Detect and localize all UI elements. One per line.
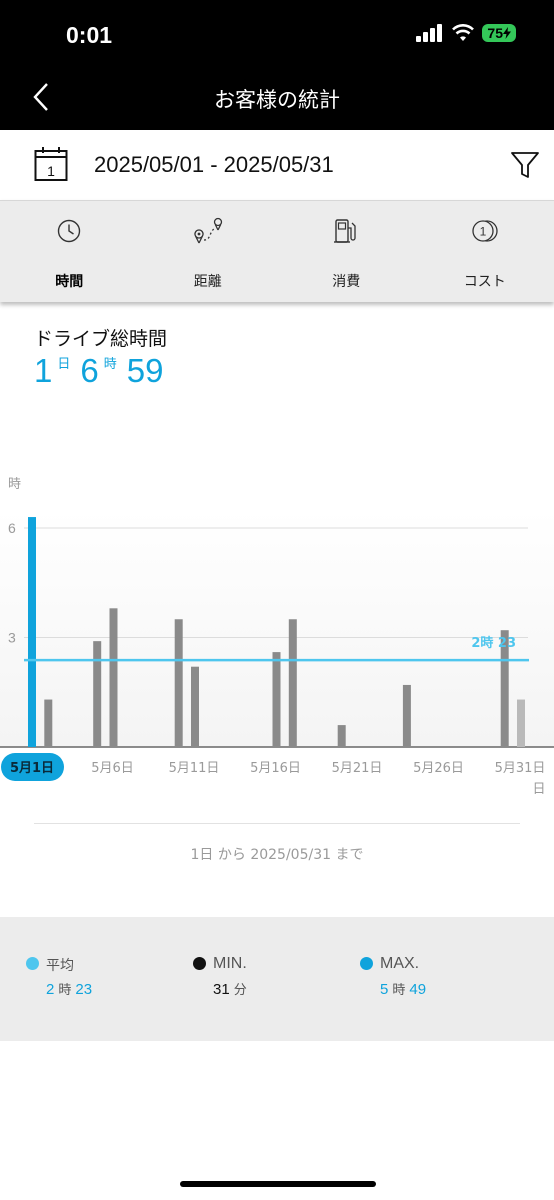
calendar-icon: 1 (34, 147, 68, 181)
chart-bar (272, 652, 281, 747)
hours-value: 6 (80, 352, 99, 389)
route-icon (194, 217, 222, 244)
chart-bar (402, 684, 411, 747)
x-tick-label: 5月21日 (332, 761, 383, 776)
date-range-text[interactable]: 2025/05/01 - 2025/05/31 (94, 152, 334, 178)
chart-bar (288, 619, 297, 747)
x-axis-unit-label: 日 (532, 782, 545, 797)
page-title: お客様の統計 (214, 88, 340, 112)
min-dot (193, 957, 206, 970)
x-tick-label: 5月26日 (413, 761, 464, 776)
battery-indicator: 75 (482, 24, 516, 42)
bar-chart: 時 3 6 2時 23 5月1日 5月6日 5月11日 5月16日 5月21日 5月26日 5月31… (0, 477, 554, 797)
average-hours: 2 (46, 981, 55, 998)
hours-unit: 時 (103, 356, 117, 371)
coin-icon: 1 (472, 220, 498, 242)
min-label: MIN. (213, 955, 247, 972)
wifi-icon (452, 24, 475, 41)
tab-label: 消費 (332, 274, 361, 290)
x-tick-label: 5月16日 (250, 761, 301, 776)
tab-cost[interactable]: 1 コスト (416, 201, 554, 302)
average-minutes: 23 (75, 981, 93, 998)
y-axis-unit-label: 時 (8, 477, 21, 492)
fuel-pump-icon (334, 219, 356, 243)
min-value: 31 分 (213, 979, 251, 998)
average-value: 2 時 23 (46, 979, 92, 998)
chart-bar (337, 725, 346, 747)
average-hours-unit: 時 (58, 982, 72, 997)
status-icons: 75 (416, 24, 516, 42)
date-range-caption: 1日 から 2025/05/31 まで (0, 844, 554, 864)
tab-label: 距離 (193, 274, 222, 290)
top-bar: 0:01 75 お客様の統計 (0, 0, 554, 130)
total-drive-time-title: ドライブ総時間 (34, 328, 168, 350)
minutes-value: 59 (126, 352, 164, 389)
chart-bar (191, 666, 199, 747)
max-hours-unit: 時 (392, 982, 406, 997)
clock-icon (58, 219, 81, 243)
tab-time[interactable]: 時間 (0, 201, 139, 302)
average-label: 平均 (46, 958, 74, 974)
max-value: 5 時 49 (380, 979, 426, 998)
min-minutes-unit: 分 (233, 982, 247, 997)
max-dot (360, 957, 373, 970)
total-drive-time-value: 1 日 6 時 59 (34, 352, 163, 390)
range-to-word: まで (335, 847, 364, 863)
tab-label: 時間 (55, 274, 84, 290)
x-tick-label: 5月6日 (91, 761, 134, 776)
max-hours: 5 (380, 981, 389, 998)
y-tick-label: 6 (8, 520, 16, 536)
y-tick-label: 3 (8, 630, 16, 646)
range-from: 1日 (190, 847, 214, 863)
tab-distance[interactable]: 距離 (139, 201, 278, 302)
days-unit: 日 (57, 356, 71, 371)
x-tick-label-selected: 5月1日 (10, 761, 54, 776)
chart-bar (174, 619, 183, 747)
drive-time-chart: 時 3 6 2時 23 5月1日 5月6日 5月11日 5月16日 5月21日 5月26日 5月31… (0, 470, 554, 800)
calendar-button[interactable]: 1 (34, 146, 68, 186)
chart-bar (44, 699, 53, 747)
x-tick-label: 5月31日 (495, 761, 546, 776)
status-time: 0:01 (66, 22, 113, 48)
stats-legend: 平均 2 時 23 MIN. 31 分 MAX. 5 時 49 (0, 917, 554, 1041)
days-value: 1 (34, 352, 53, 389)
max-minutes: 49 (409, 981, 427, 998)
average-dot (26, 957, 39, 970)
home-indicator (180, 1181, 376, 1187)
signal-icon (416, 24, 443, 42)
x-tick-label: 5月11日 (169, 761, 220, 776)
chart-bar (109, 608, 118, 747)
min-minutes: 31 (213, 981, 230, 998)
filter-icon (511, 152, 539, 178)
stats-tabs: 時間 距離 消費 1 コスト (0, 200, 554, 302)
date-range-row: 1 2025/05/01 - 2025/05/31 (0, 130, 554, 200)
divider (34, 823, 520, 824)
battery-level: 75 (487, 25, 503, 41)
chart-bar (28, 517, 36, 747)
range-from-word: から (217, 847, 246, 863)
max-label: MAX. (380, 955, 420, 972)
charging-icon (503, 27, 511, 39)
average-line-label: 2時 23 (471, 635, 516, 651)
calendar-day: 1 (47, 163, 55, 179)
tab-consumption[interactable]: 消費 (277, 201, 416, 302)
filter-button[interactable] (510, 150, 540, 184)
range-to: 2025/05/31 (250, 847, 332, 863)
chart-bar (517, 699, 525, 747)
tab-label: コスト (463, 274, 506, 290)
svg-text:1: 1 (479, 225, 486, 239)
chart-bar (93, 641, 102, 747)
